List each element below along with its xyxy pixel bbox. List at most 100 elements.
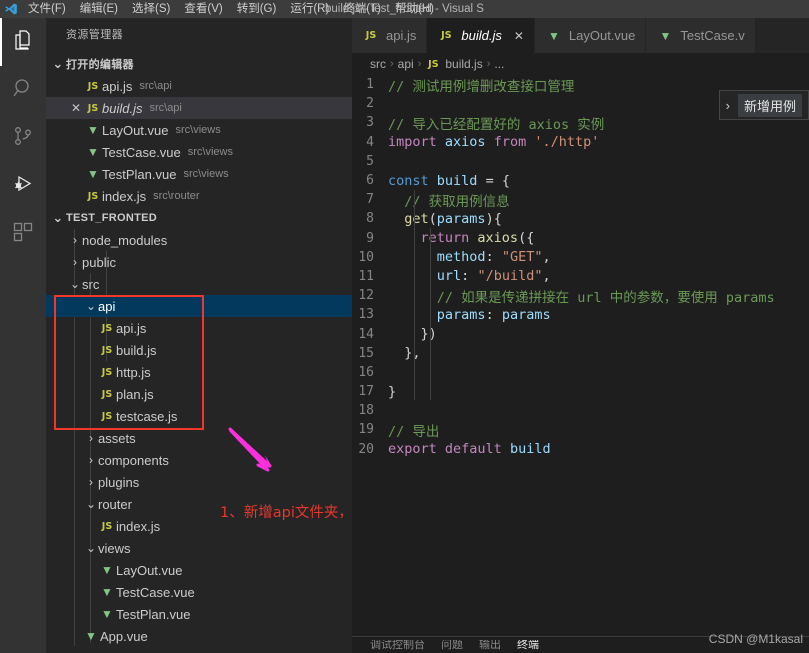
- line-number: 12: [358, 288, 374, 304]
- chevron-right-icon: ›: [73, 233, 77, 247]
- line-number: 8: [366, 211, 374, 227]
- activity-explorer[interactable]: [0, 18, 46, 66]
- chevron-right-icon: ›: [725, 97, 730, 113]
- breadcrumb-file[interactable]: build.js: [445, 57, 482, 71]
- tree-item-label: plugins: [98, 474, 140, 490]
- breadcrumb-src[interactable]: src: [370, 57, 386, 71]
- code-editor[interactable]: 1 // 测试用例增删改查接口管理 2 3 // 导入已经配置好的 axios 实例…: [352, 75, 809, 653]
- code-token: build: [509, 441, 551, 458]
- code-token: params: [436, 210, 486, 227]
- open-editor-name: api.js: [102, 78, 133, 94]
- open-editor-layout-vue[interactable]: ▼ LayOut.vue src\views: [46, 119, 352, 141]
- tab-layout-vue[interactable]: ▼ LayOut.vue: [534, 18, 647, 53]
- tree-item-api-folder[interactable]: ⌄ api: [46, 295, 352, 317]
- menu-view[interactable]: 查看(V): [178, 0, 228, 18]
- code-text: },: [388, 345, 421, 362]
- menu-go[interactable]: 转到(G): [231, 0, 283, 18]
- panel-tab-terminal[interactable]: 终端: [517, 640, 539, 651]
- panel-tab-output[interactable]: 输出: [479, 640, 501, 651]
- tree-item-testcase-vue[interactable]: ▼ TestCase.vue: [46, 581, 352, 603]
- tab-testcase-vue[interactable]: ▼ TestCase.v: [646, 18, 756, 53]
- breadcrumb-api[interactable]: api: [398, 57, 414, 71]
- vue-file-icon: ▼: [101, 607, 113, 621]
- code-token: get: [404, 210, 429, 227]
- chevron-right-icon: ›: [417, 58, 422, 70]
- menu-help[interactable]: 帮助(H): [389, 0, 440, 18]
- close-icon[interactable]: ✕: [68, 101, 84, 115]
- code-token: ){: [485, 210, 502, 227]
- menu-terminal[interactable]: 终端(T): [337, 0, 387, 18]
- tree-item-components[interactable]: › components: [46, 449, 352, 471]
- code-line: 14 }): [352, 324, 809, 343]
- code-token: const: [388, 172, 437, 189]
- open-editors-list: JS api.js src\api ✕ JS build.js src\api …: [46, 75, 352, 207]
- code-token: ,: [542, 268, 551, 285]
- panel-tab-debug-console[interactable]: 调试控制台: [370, 640, 425, 651]
- tree-item-layout-vue[interactable]: ▼ LayOut.vue: [46, 559, 352, 581]
- code-token: :: [485, 249, 502, 266]
- tree-item-label: api.js: [116, 320, 147, 336]
- open-editor-api-js[interactable]: JS api.js src\api: [46, 75, 352, 97]
- tree-item-assets[interactable]: › assets: [46, 427, 352, 449]
- code-token: (: [428, 210, 437, 227]
- open-editor-testplan-vue[interactable]: ▼ TestPlan.vue src\views: [46, 163, 352, 185]
- line-number: 18: [358, 403, 374, 419]
- open-editor-build-js[interactable]: ✕ JS build.js src\api: [46, 97, 352, 119]
- menu-run[interactable]: 运行(R): [284, 0, 335, 18]
- tree-item-testplan-vue[interactable]: ▼ TestPlan.vue: [46, 603, 352, 625]
- code-line: 7 // 获取用例信息: [352, 190, 809, 210]
- menu-file[interactable]: 文件(F): [22, 0, 72, 18]
- panel-tab-problems[interactable]: 问题: [441, 640, 463, 651]
- activity-extensions[interactable]: [0, 210, 46, 258]
- breadcrumb-symbol[interactable]: ...: [494, 57, 504, 71]
- line-number: 16: [358, 364, 374, 380]
- breadcrumb: src › api › JS build.js › ...: [352, 53, 809, 75]
- tree-item-app-vue[interactable]: ▼ App.vue: [46, 625, 352, 647]
- tree-item-public[interactable]: › public: [46, 251, 352, 273]
- vue-file-icon: ▼: [659, 28, 672, 43]
- tree-item-build-js[interactable]: JS build.js: [46, 339, 352, 361]
- activity-search[interactable]: [0, 66, 46, 114]
- js-file-icon: JS: [101, 520, 113, 532]
- activity-source-control[interactable]: [0, 114, 46, 162]
- editor-group: JS api.js JS build.js ✕ ▼ LayOut.vue ▼ T…: [352, 18, 809, 653]
- tree-item-views[interactable]: ⌄ views: [46, 537, 352, 559]
- tab-api-js[interactable]: JS api.js: [352, 18, 428, 53]
- sticky-scroll-widget[interactable]: › 新增用例: [718, 90, 809, 120]
- code-token: ({: [518, 230, 535, 247]
- tree-item-label: views: [98, 540, 131, 556]
- chevron-right-icon: ›: [73, 255, 77, 269]
- editor-tab-bar: JS api.js JS build.js ✕ ▼ LayOut.vue ▼ T…: [352, 18, 809, 53]
- tab-build-js[interactable]: JS build.js ✕: [427, 18, 535, 53]
- search-icon: [11, 76, 35, 105]
- menu-bar[interactable]: 文件(F) 编辑(E) 选择(S) 查看(V) 转到(G) 运行(R) 终端(T…: [22, 0, 440, 18]
- open-editor-index-js[interactable]: JS index.js src\router: [46, 185, 352, 207]
- tree-item-label: router: [98, 496, 132, 512]
- vue-file-icon: ▼: [87, 145, 99, 159]
- project-header[interactable]: ⌄ TEST_FRONTED: [46, 207, 352, 229]
- tree-item-src[interactable]: ⌄ src: [46, 273, 352, 295]
- close-icon[interactable]: ✕: [514, 29, 524, 43]
- code-token: from: [493, 134, 535, 151]
- tree-item-testcase-js[interactable]: JS testcase.js: [46, 405, 352, 427]
- code-token: params: [501, 306, 551, 323]
- explorer-sidebar: 资源管理器 ⌄ 打开的编辑器 JS api.js src\api ✕ JS bu…: [46, 18, 352, 653]
- open-editor-testcase-vue[interactable]: ▼ TestCase.vue src\views: [46, 141, 352, 163]
- tree-item-plugins[interactable]: › plugins: [46, 471, 352, 493]
- tree-item-api-js[interactable]: JS api.js: [46, 317, 352, 339]
- line-number: 7: [366, 192, 374, 208]
- open-editor-name: index.js: [102, 188, 147, 204]
- code-line: 5: [352, 152, 809, 171]
- menu-selection[interactable]: 选择(S): [126, 0, 176, 18]
- open-editors-header[interactable]: ⌄ 打开的编辑器: [46, 53, 352, 75]
- code-line: 13 params: params: [352, 305, 809, 324]
- activity-run-debug[interactable]: [0, 162, 46, 210]
- tree-item-plan-js[interactable]: JS plan.js: [46, 383, 352, 405]
- line-number: 19: [358, 422, 374, 438]
- vue-file-icon: ▼: [87, 167, 99, 181]
- tree-item-http-js[interactable]: JS http.js: [46, 361, 352, 383]
- tree-item-node-modules[interactable]: › node_modules: [46, 229, 352, 251]
- js-file-icon: JS: [428, 58, 439, 70]
- menu-edit[interactable]: 编辑(E): [74, 0, 124, 18]
- open-editor-name: TestPlan.vue: [102, 166, 177, 182]
